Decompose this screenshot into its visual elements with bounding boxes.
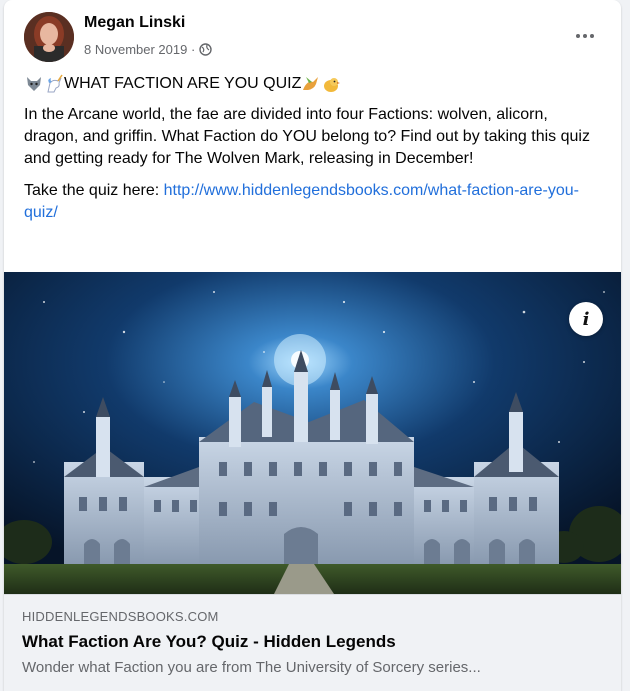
post-header: Megan Linski 8 November 2019 · <box>4 0 621 70</box>
link-title[interactable]: What Faction Are You? Quiz - Hidden Lege… <box>22 632 396 652</box>
dot-icon <box>590 34 594 38</box>
post-meta: 8 November 2019 · <box>84 42 212 57</box>
wolf-emoji-icon <box>24 74 44 94</box>
post-title-line: WHAT FACTION ARE YOU QUIZ <box>24 72 604 96</box>
griffin-emoji-icon <box>321 74 341 94</box>
quiz-line: Take the quiz here: http://www.hiddenleg… <box>24 180 604 224</box>
post-title: WHAT FACTION ARE YOU QUIZ <box>64 75 302 92</box>
avatar[interactable] <box>24 12 74 62</box>
dot-icon <box>576 34 580 38</box>
info-button[interactable]: i <box>569 302 603 336</box>
author-name[interactable]: Megan Linski <box>84 14 185 32</box>
quiz-prefix: Take the quiz here: <box>24 182 164 199</box>
link-description: Wonder what Faction you are from The Uni… <box>22 659 481 676</box>
dot-icon <box>583 34 587 38</box>
unicorn-emoji-icon <box>44 74 64 94</box>
post-date[interactable]: 8 November 2019 · <box>84 42 195 57</box>
globe-icon[interactable] <box>199 43 212 56</box>
link-preview-caption[interactable]: HIDDENLEGENDSBOOKS.COM What Faction Are … <box>4 594 621 691</box>
link-preview-image[interactable] <box>4 272 621 594</box>
link-domain: HIDDENLEGENDSBOOKS.COM <box>22 609 219 624</box>
more-options-button[interactable] <box>571 22 599 50</box>
post-content: WHAT FACTION ARE YOU QUIZ In the Arcane … <box>24 72 604 234</box>
dragon-emoji-icon <box>301 74 321 94</box>
post-body: In the Arcane world, the fae are divided… <box>24 106 590 167</box>
post-card: Megan Linski 8 November 2019 · WHAT FACT… <box>4 0 621 691</box>
